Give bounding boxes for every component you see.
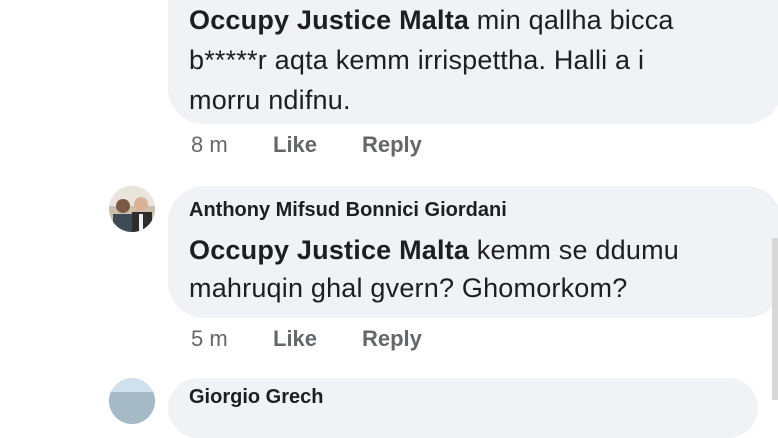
like-button[interactable]: Like xyxy=(273,132,317,158)
comment-timestamp[interactable]: 8 m xyxy=(191,132,228,158)
like-button[interactable]: Like xyxy=(273,326,317,352)
profile-photo-icon xyxy=(109,378,155,424)
comment-text-line: Occupy Justice Malta kemm se ddumu xyxy=(189,235,679,265)
comment-author-name[interactable]: Anthony Mifsud Bonnici Giordani xyxy=(189,199,507,222)
comment-text-line: Occupy Justice Malta min qallha bicca xyxy=(189,5,674,35)
reply-button[interactable]: Reply xyxy=(362,132,422,158)
comment-text-line: morru ndifnu. xyxy=(189,85,351,115)
comment-author-name[interactable]: Giorgio Grech xyxy=(189,386,323,409)
reply-button[interactable]: Reply xyxy=(362,326,422,352)
profile-photo-icon xyxy=(109,186,155,232)
avatar[interactable] xyxy=(109,186,155,232)
comment-text-line: b*****r aqta kemm irrispettha. Halli a i xyxy=(189,45,645,75)
mention-link[interactable]: Occupy Justice Malta xyxy=(189,235,469,265)
avatar[interactable] xyxy=(109,378,155,424)
scrollbar[interactable] xyxy=(772,238,778,400)
mention-link[interactable]: Occupy Justice Malta xyxy=(189,5,469,35)
comment-text-line: mahruqin ghal gvern? Ghomorkom? xyxy=(189,273,628,303)
comment-timestamp[interactable]: 5 m xyxy=(191,326,228,352)
